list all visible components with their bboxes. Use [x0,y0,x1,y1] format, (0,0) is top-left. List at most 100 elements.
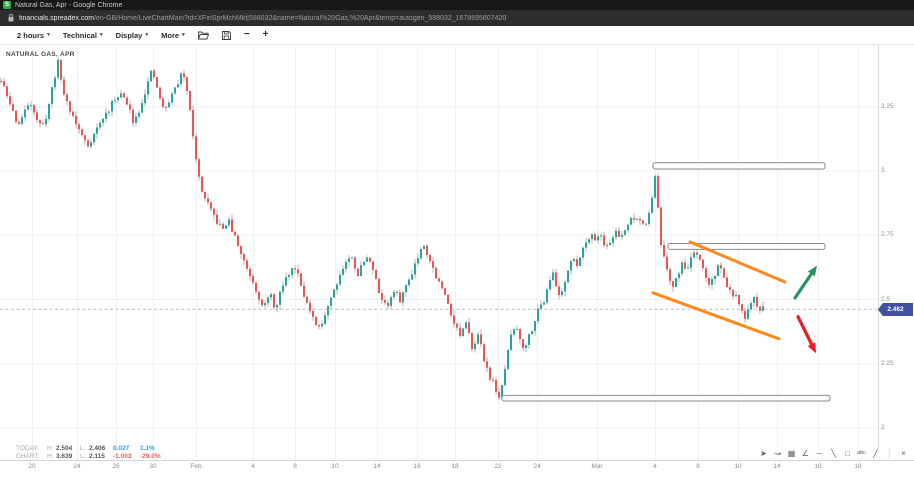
price-axis-label: 2.5 [881,297,890,304]
candle [678,274,680,278]
candle [402,292,404,302]
candle [756,297,758,307]
candle [297,269,299,273]
address-bar[interactable]: financials.spreadex.com/en-GB/Home/LiveC… [0,10,914,26]
candle [144,95,146,103]
candle [363,262,365,265]
candle [537,309,539,322]
curve-tool-icon[interactable]: ↝ [773,450,782,458]
candle [399,293,401,303]
window-title: Natural Gas, Apr - Google Chrome [15,2,122,9]
candle [264,303,266,305]
time-axis-label: 18 [451,464,458,471]
display-menu[interactable]: Display▾ [116,31,148,40]
candle [48,104,50,119]
candle [726,278,728,288]
time-axis-label: 14 [773,464,780,471]
open-folder-button[interactable] [198,31,209,40]
stats-value: H: [47,453,56,461]
candle [627,225,629,230]
stats-row: TODAY:H:2.504L:2.4060.0271.1% [16,445,167,453]
padlock-icon [8,14,14,22]
stats-value: H: [47,445,56,453]
candle [573,259,575,261]
resistance-box[interactable] [502,395,830,401]
candle [69,101,71,111]
technical-menu[interactable]: Technical▾ [63,31,103,40]
candle [279,292,281,305]
time-axis-label: 8 [696,464,700,471]
text-tool-icon[interactable]: abc [857,451,866,457]
time-axis-label: 24 [533,464,540,471]
candle [90,142,92,146]
page-url[interactable]: financials.spreadex.com/en-GB/Home/LiveC… [19,15,506,22]
candle [552,273,554,281]
candle [114,100,116,101]
candle [231,219,233,231]
candle [750,303,752,309]
ray-tool-icon[interactable]: ╱ [871,450,880,458]
candle [396,292,398,293]
zoom-in-button[interactable]: + [263,30,269,40]
candle [192,110,194,136]
candle [693,252,695,257]
resistance-box[interactable] [653,163,825,169]
candle [6,86,8,96]
grid-tool-icon[interactable]: ▦ [787,450,796,458]
candle [252,276,254,283]
cursor-tool-icon[interactable]: ➤ [759,450,768,458]
candle [420,249,422,258]
resistance-box[interactable] [668,243,825,249]
candle [735,295,737,296]
candle [708,278,710,285]
candle [648,213,650,224]
bearish-arrow[interactable] [798,317,816,353]
candle [189,91,191,110]
candle [747,309,749,318]
candle [480,334,482,344]
more-menu[interactable]: More▾ [161,31,185,40]
angle-tool-icon[interactable]: ∠ [801,450,810,458]
candle [705,268,707,278]
candle [702,260,704,268]
candle [441,281,443,288]
candle [321,324,323,327]
candle [93,134,95,143]
candle [633,218,635,220]
candle [366,258,368,262]
candle [738,295,740,304]
zoom-out-button[interactable]: − [244,30,250,40]
candle [390,297,392,306]
candle [417,258,419,263]
candle [288,275,290,277]
candle [57,60,59,78]
candle [153,71,155,77]
candle [165,107,167,108]
candle [24,110,26,118]
candle [255,283,257,292]
candle [102,119,104,123]
candle [618,231,620,237]
candle [651,198,653,213]
candle [81,129,83,135]
delete-drawing-tool-icon[interactable]: × [899,450,908,458]
candle [267,297,269,303]
price-chart-canvas[interactable] [0,46,878,460]
url-domain: financials.spreadex.com [19,15,94,22]
trendline-tool-icon[interactable]: ╲ [829,450,838,458]
candle [216,215,218,224]
rectangle-tool-icon[interactable]: □ [843,450,852,458]
candle [630,218,632,225]
candle [18,122,20,124]
drawing-toolbar: ➤↝▦∠─╲□abc╱│× [757,448,910,460]
candle [9,96,11,104]
bullish-arrow[interactable] [795,266,817,298]
interval-menu[interactable]: 2 hours▾ [17,31,50,40]
candle [174,87,176,93]
candle [330,298,332,306]
horizontal-line-tool-icon[interactable]: ─ [815,450,824,458]
candle [753,297,755,303]
save-button[interactable] [222,31,231,40]
candle [435,268,437,279]
candle [588,239,590,242]
